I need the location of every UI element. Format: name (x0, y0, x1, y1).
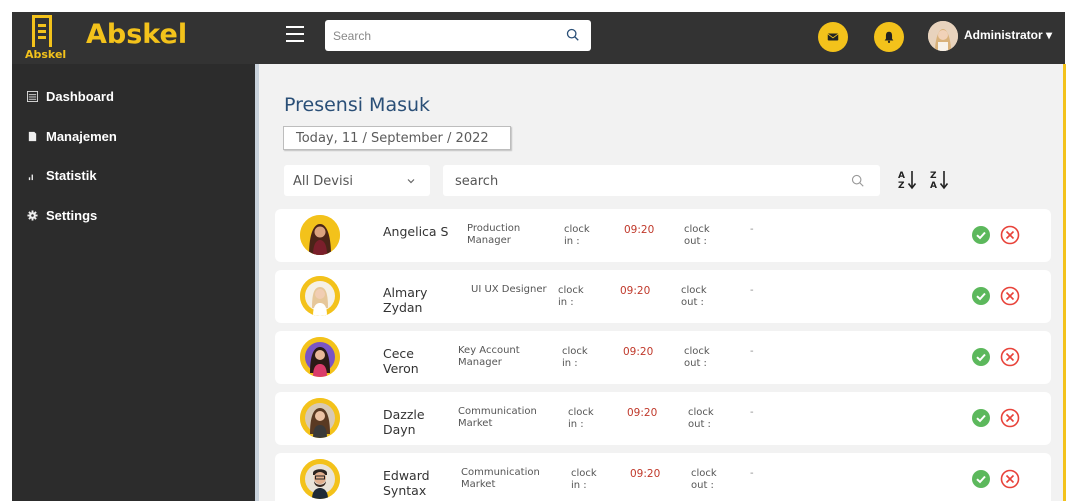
brand-name[interactable]: Abskel (86, 19, 187, 50)
attendance-row: Edward Syntax Communication Market clock… (275, 453, 1051, 501)
employee-name: Angelica S (383, 224, 449, 239)
employee-position: Communication Market (458, 406, 537, 429)
division-filter-value: All Devisi (293, 174, 353, 189)
sidebar-item-label: Settings (46, 207, 98, 223)
attendance-row: Almary Zydan UI UX Designer clock in : 0… (275, 270, 1051, 323)
page-title: Presensi Masuk (284, 94, 431, 116)
sidebar-item-dashboard[interactable]: Dashboard (26, 86, 114, 106)
division-filter-select[interactable]: All Devisi (284, 165, 430, 196)
sidebar-item-label: Statistik (46, 167, 97, 183)
clock-out-label: clock out : (691, 468, 717, 491)
user-name: Administrator (964, 28, 1043, 42)
svg-text:Z: Z (898, 181, 905, 191)
clock-out-time: - (750, 407, 754, 418)
employee-avatar (300, 276, 340, 316)
right-accent-bar (1063, 64, 1066, 501)
reject-x-icon[interactable] (1000, 469, 1020, 489)
employee-position: Communication Market (461, 467, 540, 490)
chevron-down-icon (406, 176, 416, 186)
clock-out-label: clock out : (681, 285, 707, 308)
clock-in-label: clock in : (568, 407, 594, 430)
sidebar-item-manajemen[interactable]: Manajemen (26, 126, 117, 146)
employee-avatar (300, 459, 340, 499)
clock-in-time: 09:20 (630, 468, 661, 480)
top-search-input[interactable] (333, 27, 553, 44)
attendance-search-box (443, 165, 880, 196)
caret-down-icon: ▾ (1046, 28, 1053, 42)
svg-text:Z: Z (930, 171, 937, 181)
employee-name: Cece Veron (383, 346, 419, 376)
dashboard-icon (26, 90, 38, 102)
main-content: Presensi Masuk Today, 11 / September / 2… (259, 64, 1063, 501)
clock-out-label: clock out : (684, 224, 710, 247)
sidebar-item-settings[interactable]: Settings (26, 205, 97, 225)
date-display: Today, 11 / September / 2022 (283, 126, 511, 150)
sidebar: Dashboard Manajemen Statistik Settings (12, 64, 255, 501)
clock-out-time: - (750, 468, 754, 479)
employee-avatar (300, 215, 340, 255)
clock-in-time: 09:20 (624, 224, 655, 236)
approve-check-icon[interactable] (972, 409, 990, 427)
approve-check-icon[interactable] (972, 287, 990, 305)
approve-check-icon[interactable] (972, 348, 990, 366)
employee-avatar (300, 398, 340, 438)
reject-x-icon[interactable] (1000, 225, 1020, 245)
clock-in-time: 09:20 (623, 346, 654, 358)
approve-check-icon[interactable] (972, 470, 990, 488)
employee-position: Key Account Manager (458, 345, 520, 368)
messages-button[interactable] (818, 22, 848, 52)
bell-icon (882, 30, 896, 44)
attendance-row: Angelica S Production Manager clock in :… (275, 209, 1051, 262)
sidebar-item-statistik[interactable]: Statistik (26, 165, 97, 185)
clock-in-label: clock in : (558, 285, 584, 308)
clock-in-time: 09:20 (620, 285, 651, 297)
employee-name: Dazzle Dayn (383, 407, 425, 437)
employee-name: Almary Zydan (383, 285, 428, 315)
attendance-row: Dazzle Dayn Communication Market clock i… (275, 392, 1051, 445)
user-menu-dropdown[interactable]: Administrator ▾ (964, 28, 1052, 42)
clock-in-time: 09:20 (627, 407, 658, 419)
clock-out-time: - (750, 224, 754, 235)
attendance-search-input[interactable] (455, 172, 835, 190)
employee-name: Edward Syntax (383, 468, 430, 498)
sort-ascending-button[interactable]: AZ (897, 167, 919, 193)
approve-check-icon[interactable] (972, 226, 990, 244)
envelope-icon (826, 30, 840, 44)
clock-in-label: clock in : (564, 224, 590, 247)
clock-in-label: clock in : (571, 468, 597, 491)
reject-x-icon[interactable] (1000, 408, 1020, 428)
top-navbar: Abskel Abskel Administrator ▾ (12, 12, 1065, 64)
clock-out-time: - (750, 285, 754, 296)
sort-a-z-icon: AZ (897, 167, 919, 193)
logo-mark-icon (32, 15, 52, 47)
clock-out-time: - (750, 346, 754, 357)
top-search-box (325, 20, 591, 51)
hamburger-menu-icon[interactable] (286, 26, 304, 42)
employee-avatar (300, 337, 340, 377)
clock-in-label: clock in : (562, 346, 588, 369)
sort-descending-button[interactable]: ZA (929, 167, 951, 193)
search-icon[interactable] (566, 28, 580, 42)
folder-icon (26, 130, 38, 142)
logo-small-text: Abskel (25, 48, 67, 61)
sort-z-a-icon: ZA (929, 167, 951, 193)
bar-chart-icon (26, 169, 38, 181)
reject-x-icon[interactable] (1000, 347, 1020, 367)
gear-icon (26, 209, 38, 221)
reject-x-icon[interactable] (1000, 286, 1020, 306)
notifications-button[interactable] (874, 22, 904, 52)
sidebar-item-label: Manajemen (46, 128, 117, 144)
employee-position: Production Manager (467, 223, 521, 246)
clock-out-label: clock out : (684, 346, 710, 369)
sidebar-item-label: Dashboard (46, 88, 114, 104)
employee-position: UI UX Designer (471, 284, 547, 295)
search-icon[interactable] (851, 174, 865, 188)
clock-out-label: clock out : (688, 407, 714, 430)
svg-text:A: A (898, 171, 905, 181)
brand-logo[interactable]: Abskel (24, 15, 68, 63)
attendance-row: Cece Veron Key Account Manager clock in … (275, 331, 1051, 384)
user-avatar[interactable] (928, 21, 958, 51)
svg-text:A: A (930, 181, 937, 191)
